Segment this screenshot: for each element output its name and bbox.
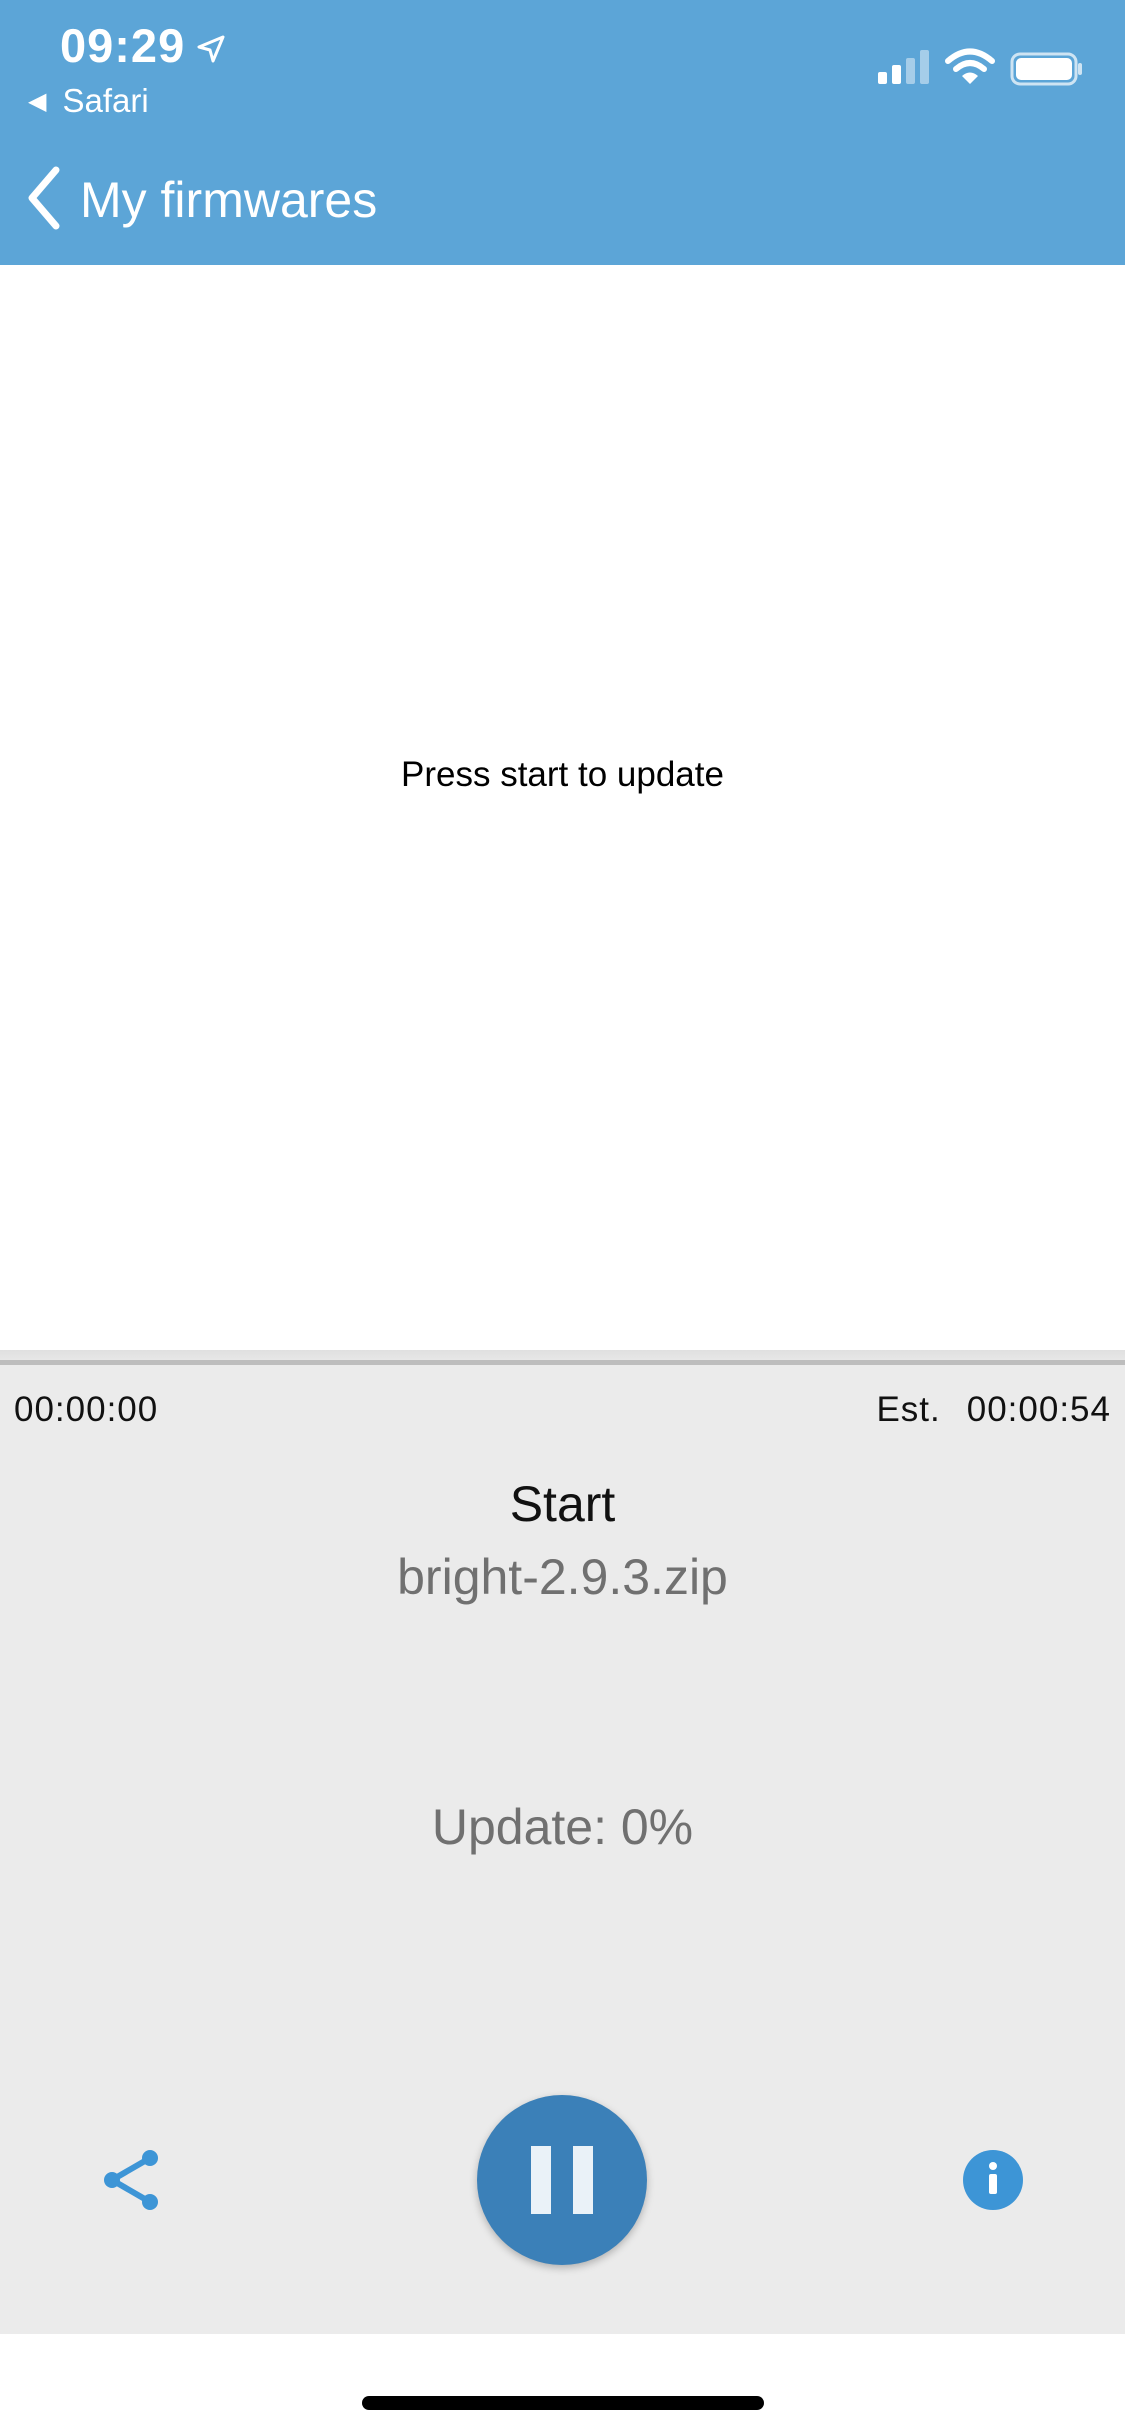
status-time: 09:29	[60, 19, 186, 72]
battery-icon	[1010, 52, 1084, 91]
elapsed-time: 00:00:00	[14, 1390, 159, 1429]
pause-icon	[520, 2146, 604, 2214]
firmware-file-name: bright-2.9.3.zip	[397, 1549, 728, 1605]
share-icon	[100, 2150, 164, 2216]
info-button[interactable]	[963, 2150, 1023, 2210]
back-triangle-icon: ◀	[28, 87, 47, 115]
progress-bar	[0, 1360, 1125, 1365]
cellular-signal-icon	[878, 50, 932, 89]
wifi-icon	[945, 48, 995, 91]
header-bar: 09:29 ◀ Safari My firmwares	[0, 0, 1125, 265]
back-app-label: Safari	[62, 82, 149, 119]
estimated-time: Est. 00:00:54	[876, 1390, 1111, 1430]
pause-button[interactable]	[477, 2095, 647, 2265]
update-panel: 00:00:00 Est. 00:00:54 Start bright-2.9.…	[0, 1350, 1125, 2334]
update-state: Start	[509, 1476, 616, 1532]
message-area: Press start to update	[0, 265, 1125, 1350]
location-arrow-icon	[196, 34, 226, 69]
home-indicator[interactable]	[362, 2396, 764, 2410]
info-icon	[981, 2160, 1005, 2201]
estimate-value: 00:00:54	[966, 1390, 1111, 1429]
back-button[interactable]: My firmwares	[24, 165, 377, 235]
chevron-left-icon	[24, 166, 64, 235]
share-button[interactable]	[100, 2148, 164, 2217]
back-button-label: My firmwares	[80, 172, 378, 228]
update-percentage: Update: 0%	[431, 1799, 694, 1855]
back-to-app[interactable]: ◀ Safari	[28, 82, 149, 120]
status-message: Press start to update	[401, 755, 724, 794]
estimate-label: Est.	[876, 1390, 941, 1429]
